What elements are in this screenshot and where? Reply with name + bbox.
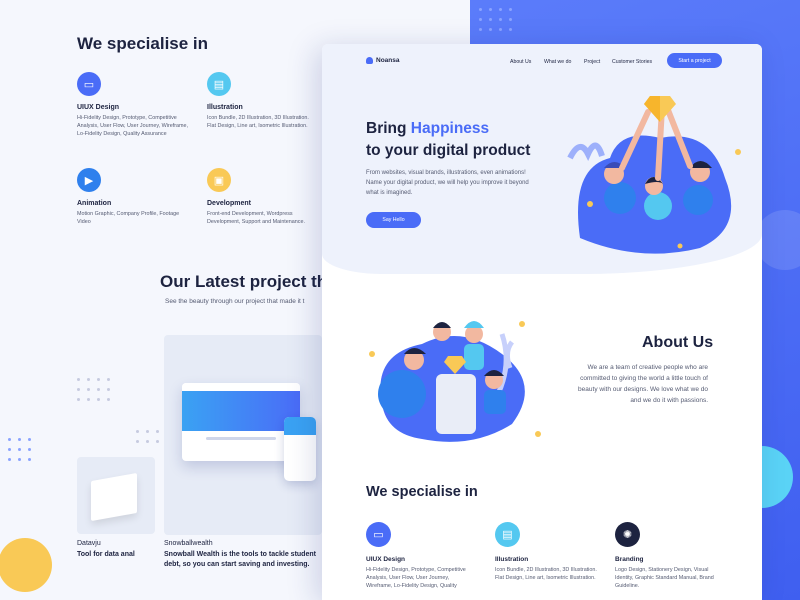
start-project-button[interactable]: Start a project	[667, 53, 722, 68]
back-service-development: ▣ Development Front-end Development, Wor…	[207, 168, 319, 226]
monitor-icon: ▭	[77, 72, 101, 96]
project-name[interactable]: Snowballwealth	[164, 540, 213, 547]
decor-dots-top	[479, 8, 512, 31]
service-title: Illustration	[495, 556, 529, 563]
service-desc: Hi-Fidelity Design, Prototype, Competiti…	[77, 115, 189, 137]
front-page-window: Noansa About Us What we do Project Custo…	[322, 44, 762, 600]
decor-dots-left-2	[136, 430, 159, 443]
nav-customer-stories[interactable]: Customer Stories	[612, 59, 652, 65]
project-desc: Snowball Wealth is the tools to tackle s…	[164, 551, 316, 568]
laptop-mockup	[182, 383, 300, 461]
service-title: Animation	[77, 200, 112, 207]
project-name[interactable]: Datavju	[77, 540, 101, 547]
service-desc: Icon Bundle, 2D Illustration, 3D Illustr…	[495, 567, 597, 581]
decor-circle-yellow	[0, 538, 52, 592]
project-screenshot	[91, 472, 137, 522]
back-service-uiux: ▭ UIUX Design Hi-Fidelity Design, Protot…	[77, 72, 189, 138]
nav-what-we-do[interactable]: What we do	[544, 59, 571, 65]
specialise-title: We specialise in	[366, 484, 478, 500]
say-hello-button[interactable]: Say Hello	[366, 212, 421, 228]
service-branding: ✺ Branding Logo Design, Stationery Desig…	[615, 522, 725, 590]
palette-icon: ▤	[495, 522, 520, 547]
service-title: Illustration	[207, 104, 243, 111]
logo-icon	[366, 57, 373, 64]
about-illustration	[369, 321, 541, 442]
service-desc: Logo Design, Stationery Design, Visual I…	[615, 567, 714, 589]
service-uiux: ▭ UIUX Design Hi-Fidelity Design, Protot…	[366, 522, 476, 590]
nav-project[interactable]: Project	[584, 59, 600, 65]
service-title: Branding	[615, 556, 644, 563]
decor-dots-edge	[8, 438, 31, 461]
back-service-illustration: ▤ Illustration Icon Bundle, 2D Illustrat…	[207, 72, 319, 130]
back-service-animation: ▶ Animation Motion Graphic, Company Prof…	[77, 168, 189, 226]
service-title: Development	[207, 200, 251, 207]
project-desc: Tool for data anal	[77, 551, 135, 558]
hero-body: From websites, visual brands, illustrati…	[366, 170, 529, 196]
about-title: About Us	[642, 334, 714, 351]
service-title: UIUX Design	[366, 556, 406, 563]
service-illustration: ▤ Illustration Icon Bundle, 2D Illustrat…	[495, 522, 605, 582]
palette-icon: ▤	[207, 72, 231, 96]
nav-about[interactable]: About Us	[510, 59, 531, 65]
brand-name: Noansa	[376, 57, 400, 64]
code-icon: ▣	[207, 168, 231, 192]
decor-dots-left	[77, 378, 110, 401]
hero-title-line1: Bring Happiness	[366, 120, 490, 137]
project-card-snowballwealth[interactable]	[164, 335, 322, 535]
hero-illustration	[567, 96, 741, 254]
brand-logo[interactable]: Noansa	[366, 57, 399, 64]
service-desc: Icon Bundle, 2D Illustration, 3D Illustr…	[207, 115, 309, 129]
latest-project-title: Our Latest project that	[160, 272, 322, 291]
back-section-title: We specialise in	[77, 34, 209, 53]
phone-mockup	[284, 417, 316, 481]
about-body: We are a team of creative people who are…	[578, 364, 708, 404]
hero-title-line2: to your digital product	[366, 142, 531, 159]
project-card-datavju[interactable]	[77, 457, 155, 534]
service-desc: Motion Graphic, Company Profile, Footage…	[77, 211, 180, 225]
service-desc: Hi-Fidelity Design, Prototype, Competiti…	[366, 567, 466, 589]
monitor-icon: ▭	[366, 522, 391, 547]
hero-highlight: Happiness	[410, 120, 490, 137]
latest-project-subtitle: See the beauty through our project that …	[165, 298, 305, 305]
service-title: UIUX Design	[77, 104, 120, 111]
play-icon: ▶	[77, 168, 101, 192]
bulb-icon: ✺	[615, 522, 640, 547]
service-desc: Front-end Development, Wordpress Develop…	[207, 211, 305, 225]
